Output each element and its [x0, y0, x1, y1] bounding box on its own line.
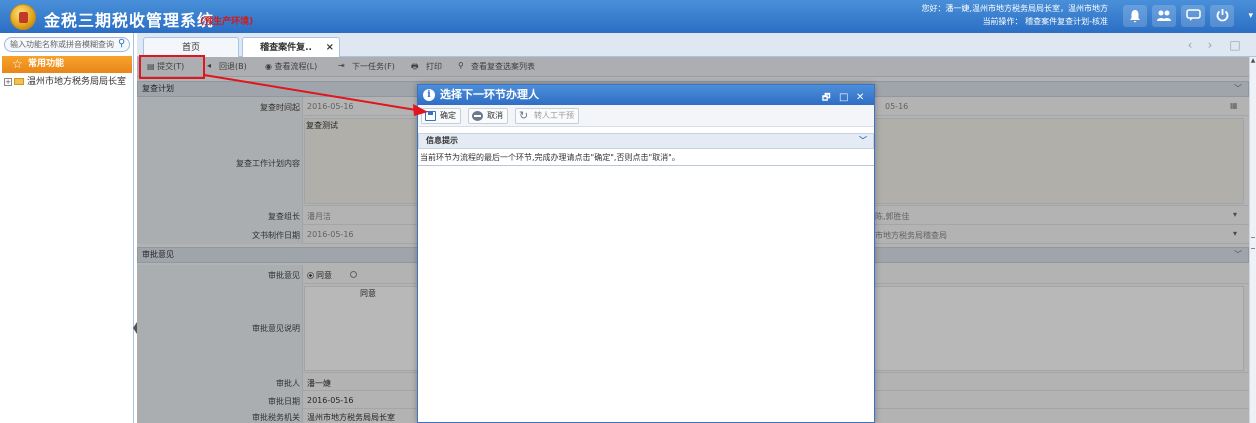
- tree-node-label: 温州市地方税务局局长室: [27, 77, 127, 87]
- info-message: 当前环节为流程的最后一个环节,完成办理请点击"确定",否则点击"取消"。: [418, 149, 874, 166]
- annotation-highlight-box: [139, 55, 205, 79]
- tree-node-bureau[interactable]: + 温州市地方税务局局长室: [4, 76, 126, 88]
- users-icon[interactable]: [1152, 5, 1176, 27]
- tab-home-label: 首页: [181, 43, 200, 53]
- refresh-icon: ↻: [519, 109, 529, 122]
- function-search-input[interactable]: 输入功能名称或拼音模糊查询: [4, 37, 130, 52]
- app-window: 金税三期税收管理系统 (预生产环境) 您好：潘一婕,温州市地方税务局局长室，温州…: [0, 0, 1256, 423]
- chat-icon[interactable]: [1181, 5, 1205, 27]
- tab-close-icon[interactable]: ×: [326, 38, 334, 58]
- tab-prev-icon[interactable]: ‹: [1182, 37, 1198, 53]
- environment-tag: (预生产环境): [200, 17, 254, 27]
- bell-icon[interactable]: [1123, 5, 1147, 27]
- app-title: 金税三期税收管理系统: [44, 11, 215, 30]
- search-icon[interactable]: ⚲: [118, 38, 128, 49]
- dialog-title: 选择下一环节办理人: [440, 88, 539, 101]
- chevron-down-icon[interactable]: ﹀: [859, 134, 867, 148]
- vertical-scrollbar[interactable]: ▲: [1249, 57, 1256, 423]
- current-operation: 当前操作： 稽查案件复查计划-核准: [982, 17, 1108, 26]
- cancel-button[interactable]: 取消: [468, 108, 508, 124]
- sidebar: 输入功能名称或拼音模糊查询 ⚲ ☆ 常用功能 + 温州市地方税务局局长室: [0, 33, 134, 423]
- info-panel-title: 信息提示: [426, 136, 458, 145]
- confirm-label: 确定: [440, 111, 456, 120]
- minus-circle-icon: [472, 111, 483, 121]
- tree-expand-icon[interactable]: +: [4, 78, 12, 86]
- power-icon[interactable]: [1210, 5, 1234, 27]
- user-menu-caret-icon[interactable]: ▾: [1248, 11, 1253, 21]
- save-icon: [425, 111, 436, 121]
- top-header: 金税三期税收管理系统 (预生产环境) 您好：潘一婕,温州市地方税务局局长室，温州…: [0, 0, 1256, 33]
- confirm-button[interactable]: 确定: [421, 108, 461, 124]
- tab-case-review[interactable]: 稽查案件复.. ×: [242, 37, 340, 57]
- maximize-icon[interactable]: □: [1227, 37, 1243, 53]
- cancel-label: 取消: [487, 111, 503, 120]
- star-icon: ☆: [12, 57, 23, 71]
- tab-home[interactable]: 首页: [143, 37, 239, 57]
- tab-next-icon[interactable]: ›: [1202, 37, 1218, 53]
- scroll-grip[interactable]: [1251, 237, 1255, 249]
- next-handler-dialog: i 选择下一环节办理人 🗗 □ ✕ 确定 取消 ↻ 转人工干预 信息提示 ﹀ 当…: [417, 84, 875, 423]
- manual-intervention-button[interactable]: ↻ 转人工干预: [515, 108, 579, 124]
- info-icon: i: [423, 89, 435, 101]
- scroll-up-icon[interactable]: ▲: [1250, 57, 1256, 65]
- user-greeting: 您好：潘一婕,温州市地方税务局局长室，温州市地方: [921, 4, 1108, 13]
- favorites-label: 常用功能: [28, 59, 65, 69]
- tab-bar: 首页 稽查案件复.. × ‹ › □: [137, 33, 1256, 57]
- folder-icon: [14, 78, 24, 85]
- tax-emblem-icon: [10, 4, 36, 30]
- tab-case-review-label: 稽查案件复..: [260, 43, 312, 53]
- dialog-toolbar: 确定 取消 ↻ 转人工干预: [418, 105, 874, 127]
- dialog-titlebar[interactable]: i 选择下一环节办理人 🗗 □ ✕: [418, 85, 874, 105]
- info-panel-header[interactable]: 信息提示 ﹀: [418, 133, 874, 149]
- manual-intervention-label: 转人工干预: [534, 111, 574, 120]
- favorites-header[interactable]: ☆ 常用功能: [2, 56, 132, 73]
